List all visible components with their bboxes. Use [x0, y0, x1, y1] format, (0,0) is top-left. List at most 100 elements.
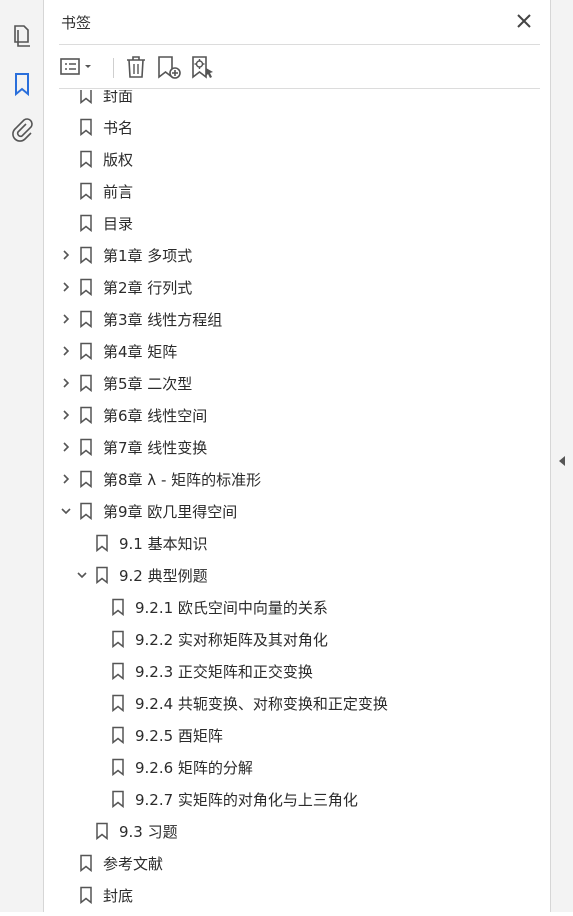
- bookmark-label: 9.2 典型例题: [119, 566, 208, 585]
- bookmark-label: 第9章 欧几里得空间: [103, 502, 238, 521]
- chevron-right-icon[interactable]: [59, 408, 73, 422]
- bookmark-icon: [79, 118, 93, 137]
- toggle-spacer: [91, 664, 105, 678]
- bookmark-icon: [79, 470, 93, 489]
- bookmark-row[interactable]: 9.2.3 正交矩阵和正交变换: [45, 655, 530, 687]
- bookmark-label: 9.1 基本知识: [119, 534, 208, 553]
- bookmark-row[interactable]: 第4章 矩阵: [45, 335, 530, 367]
- toggle-spacer: [91, 728, 105, 742]
- bookmark-row[interactable]: 第3章 线性方程组: [45, 303, 530, 335]
- chevron-right-icon[interactable]: [59, 280, 73, 294]
- chevron-down-icon[interactable]: [75, 568, 89, 582]
- bookmark-row[interactable]: 9.2.1 欧氏空间中向量的关系: [45, 591, 530, 623]
- bookmark-icon: [79, 246, 93, 265]
- bookmark-row[interactable]: 前言: [45, 175, 530, 207]
- bookmark-row[interactable]: 9.2.2 实对称矩阵及其对角化: [45, 623, 530, 655]
- bookmark-icon: [111, 790, 125, 809]
- bookmark-icon: [95, 822, 109, 841]
- collapse-strip[interactable]: [550, 0, 573, 912]
- chevron-down-icon[interactable]: [59, 504, 73, 518]
- bookmark-row[interactable]: 第5章 二次型: [45, 367, 530, 399]
- bookmark-label: 第5章 二次型: [103, 374, 193, 393]
- bookmark-label: 封面: [103, 90, 134, 105]
- attachment-icon[interactable]: [8, 116, 36, 144]
- bookmark-row[interactable]: 第1章 多项式: [45, 239, 530, 271]
- toggle-spacer: [59, 216, 73, 230]
- bookmark-icon: [79, 278, 93, 297]
- divider: [59, 44, 540, 45]
- delete-icon[interactable]: [123, 54, 149, 80]
- bookmark-label: 9.2.6 矩阵的分解: [135, 758, 253, 777]
- bookmark-label: 9.2.4 共轭变换、对称变换和正定变换: [135, 694, 388, 713]
- bookmark-toolbar: [59, 50, 539, 84]
- chevron-right-icon[interactable]: [59, 344, 73, 358]
- bookmark-label: 9.2.1 欧氏空间中向量的关系: [135, 598, 328, 617]
- toggle-spacer: [59, 856, 73, 870]
- bookmark-row[interactable]: 9.2.4 共轭变换、对称变换和正定变换: [45, 687, 530, 719]
- bookmark-row[interactable]: 第6章 线性空间: [45, 399, 530, 431]
- bookmark-row[interactable]: 参考文献: [45, 847, 530, 879]
- toggle-spacer: [59, 888, 73, 902]
- bookmark-row[interactable]: 第9章 欧几里得空间: [45, 495, 530, 527]
- bookmark-icon: [79, 502, 93, 521]
- bookmark-icon: [111, 758, 125, 777]
- bookmark-label: 第7章 线性变换: [103, 438, 208, 457]
- bookmark-row[interactable]: 目录: [45, 207, 530, 239]
- bookmark-row[interactable]: 9.2 典型例题: [45, 559, 530, 591]
- close-icon[interactable]: [515, 12, 533, 30]
- bookmark-label: 第3章 线性方程组: [103, 310, 223, 329]
- navigation-rail: [0, 0, 44, 912]
- toggle-spacer: [59, 152, 73, 166]
- toggle-spacer: [91, 792, 105, 806]
- bookmark-label: 第8章 λ - 矩阵的标准形: [103, 470, 262, 489]
- bookmark-icon: [79, 438, 93, 457]
- toggle-spacer: [59, 120, 73, 134]
- bookmark-row[interactable]: 第2章 行列式: [45, 271, 530, 303]
- chevron-right-icon[interactable]: [59, 440, 73, 454]
- bookmark-label: 9.2.2 实对称矩阵及其对角化: [135, 630, 328, 649]
- bookmark-row[interactable]: 9.3 习题: [45, 815, 530, 847]
- options-menu-icon[interactable]: [59, 54, 95, 80]
- bookmark-label: 第4章 矩阵: [103, 342, 178, 361]
- toggle-spacer: [59, 184, 73, 198]
- bookmark-label: 书名: [103, 118, 134, 137]
- chevron-right-icon[interactable]: [59, 376, 73, 390]
- chevron-right-icon[interactable]: [59, 312, 73, 326]
- toolbar-divider: [113, 58, 114, 78]
- bookmark-label: 参考文献: [103, 854, 164, 873]
- bookmark-row[interactable]: 9.2.6 矩阵的分解: [45, 751, 530, 783]
- bookmark-row[interactable]: 9.2.5 酉矩阵: [45, 719, 530, 751]
- toggle-spacer: [91, 632, 105, 646]
- bookmark-icon: [111, 726, 125, 745]
- bookmark-row[interactable]: 9.1 基本知识: [45, 527, 530, 559]
- bookmark-row[interactable]: 封底: [45, 879, 530, 911]
- bookmark-label: 9.2.7 实矩阵的对角化与上三角化: [135, 790, 358, 809]
- bookmark-row[interactable]: 版权: [45, 143, 530, 175]
- bookmark-row[interactable]: 第8章 λ - 矩阵的标准形: [45, 463, 530, 495]
- bookmark-icon: [95, 534, 109, 553]
- chevron-right-icon[interactable]: [59, 472, 73, 486]
- bookmark-icon: [79, 406, 93, 425]
- pages-icon[interactable]: [8, 22, 36, 50]
- bookmark-label: 第2章 行列式: [103, 278, 193, 297]
- collapse-arrow-icon[interactable]: [557, 452, 567, 471]
- bookmark-icon: [79, 886, 93, 905]
- bookmark-icon: [79, 342, 93, 361]
- new-bookmark-from-structure-icon[interactable]: [189, 54, 217, 80]
- bookmark-row[interactable]: 书名: [45, 111, 530, 143]
- bookmark-icon: [95, 566, 109, 585]
- bookmark-icon: [79, 182, 93, 201]
- bookmarks-panel: 书签 封面 书名 版权 前言 目录 第1章 多项式 第2章 行列式 第3章 线性…: [45, 0, 550, 912]
- chevron-right-icon[interactable]: [59, 248, 73, 262]
- divider: [59, 88, 540, 89]
- bookmark-label: 封底: [103, 886, 134, 905]
- bookmark-row[interactable]: 第7章 线性变换: [45, 431, 530, 463]
- bookmark-icon: [111, 694, 125, 713]
- new-bookmark-icon[interactable]: [155, 54, 183, 80]
- bookmark-row[interactable]: 9.2.7 实矩阵的对角化与上三角化: [45, 783, 530, 815]
- bookmark-icon: [111, 662, 125, 681]
- bookmark-icon[interactable]: [8, 70, 36, 98]
- bookmark-row[interactable]: 封面: [45, 90, 530, 111]
- bookmark-icon: [79, 374, 93, 393]
- bookmark-icon: [79, 310, 93, 329]
